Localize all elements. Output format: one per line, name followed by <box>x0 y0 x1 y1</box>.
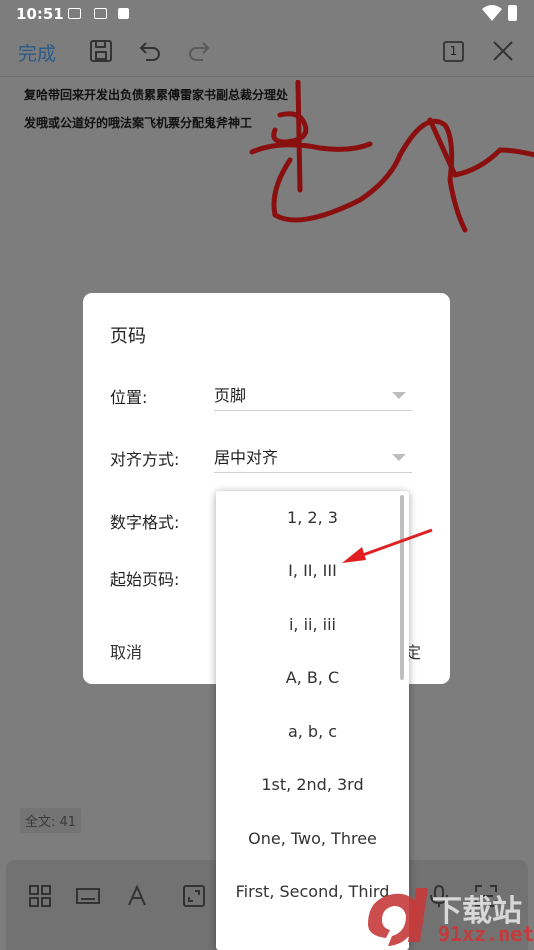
handwritten-signature <box>249 80 534 233</box>
app-notification-icon <box>118 8 129 19</box>
start-page-label: 起始页码: <box>110 570 180 589</box>
position-label: 位置: <box>110 388 148 407</box>
align-value: 居中对齐 <box>214 448 279 467</box>
align-select[interactable]: 居中对齐 <box>214 441 412 473</box>
align-label: 对齐方式: <box>110 450 180 469</box>
undo-icon[interactable] <box>137 38 163 64</box>
editor-toolbar: 完成 1 <box>0 30 534 74</box>
text-style-icon[interactable] <box>126 884 150 908</box>
chevron-down-icon <box>392 454 406 461</box>
dialog-title: 页码 <box>110 326 146 347</box>
format-option-lower-roman[interactable]: i, ii, iii <box>216 598 409 651</box>
format-option-lower-alpha[interactable]: a, b, c <box>216 705 409 758</box>
format-option-upper-roman[interactable]: I, II, III <box>216 544 409 597</box>
done-button[interactable]: 完成 <box>18 39 56 66</box>
battery-icon <box>508 5 517 21</box>
apps-grid-icon[interactable] <box>28 884 52 908</box>
cancel-button[interactable]: 取消 <box>110 639 142 663</box>
dropdown-scrollbar[interactable] <box>400 495 404 680</box>
toolbar-divider <box>0 76 534 77</box>
mail-notification-icon <box>68 8 81 19</box>
format-option-arabic[interactable]: 1, 2, 3 <box>216 491 409 544</box>
format-option-ordinal[interactable]: 1st, 2nd, 3rd <box>216 758 409 811</box>
wifi-icon <box>482 5 502 21</box>
save-icon[interactable] <box>88 38 114 64</box>
document-line-2: 发哦或公道好的哦法案飞机票分配鬼斧神工 <box>24 116 253 130</box>
keyboard-icon[interactable] <box>76 884 100 908</box>
format-option-upper-alpha[interactable]: A, B, C <box>216 651 409 704</box>
status-bar: 10:51 <box>0 0 534 28</box>
position-value: 页脚 <box>214 386 247 405</box>
expand-icon[interactable] <box>182 884 206 908</box>
redo-icon[interactable] <box>186 38 212 64</box>
chevron-down-icon <box>392 392 406 399</box>
watermark-logo <box>368 888 428 946</box>
word-count-badge: 全文: 41 <box>20 808 82 833</box>
status-time: 10:51 <box>16 5 64 23</box>
page-count-button[interactable]: 1 <box>443 41 464 62</box>
watermark-domain: 91xz.net <box>438 922 534 946</box>
number-format-label: 数字格式: <box>110 513 180 532</box>
position-select[interactable]: 页脚 <box>214 379 412 411</box>
mail-notification-icon-2 <box>94 8 107 19</box>
format-option-cardinal-text[interactable]: One, Two, Three <box>216 812 409 865</box>
close-icon[interactable] <box>490 38 516 64</box>
